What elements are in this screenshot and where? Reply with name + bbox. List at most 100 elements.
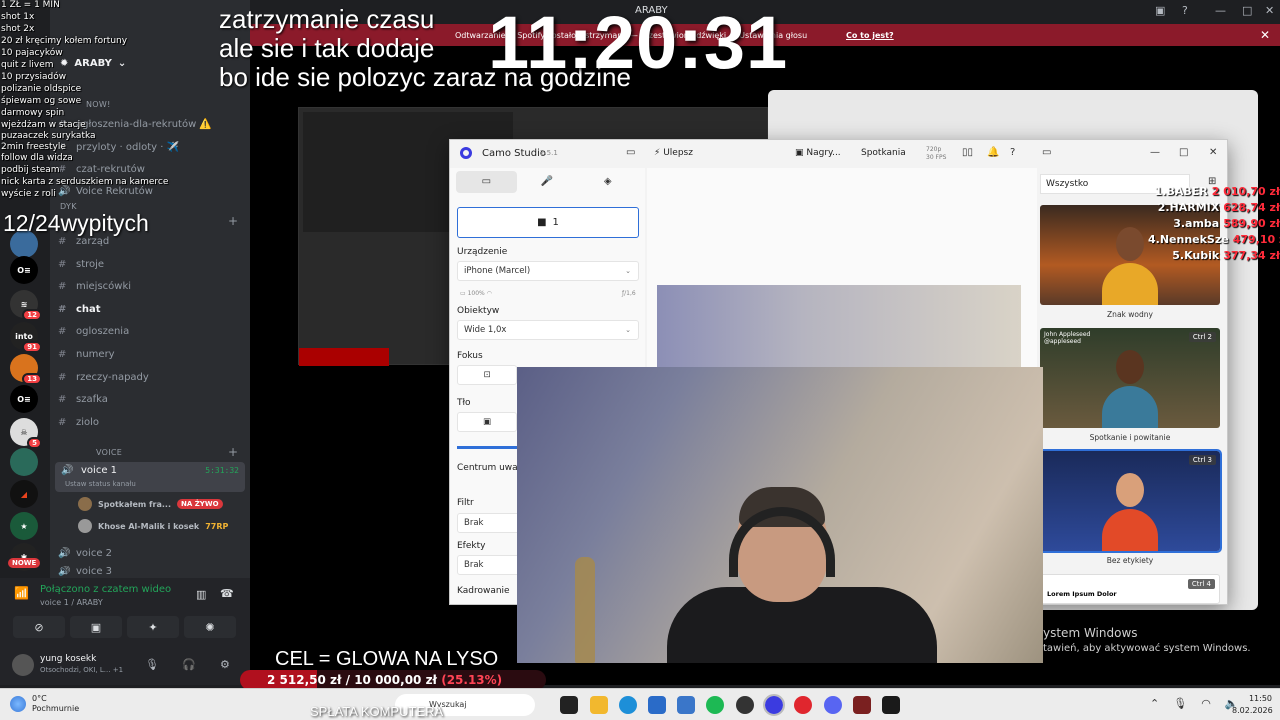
notification-close-icon[interactable]: ✕ — [1260, 28, 1270, 42]
opera-icon[interactable] — [794, 696, 812, 714]
server-icon[interactable]: 13 — [10, 354, 42, 385]
taskbar-clock[interactable]: 11:50 8.02.2026 — [1232, 693, 1273, 717]
server-icon[interactable]: ≋ 12 — [10, 290, 42, 321]
channel-label: szafka — [76, 393, 108, 405]
add-voice-icon[interactable]: + — [228, 445, 238, 459]
bell-icon[interactable]: 🔔 — [987, 147, 999, 158]
panel-toggle-icon[interactable]: ▭ — [1042, 147, 1051, 158]
record-button[interactable]: ▣ Nagry... — [795, 148, 841, 158]
wifi-icon[interactable]: ◠ — [1201, 697, 1211, 710]
server-icon[interactable] — [10, 448, 38, 476]
channel-item[interactable]: # czat-rekrutów — [58, 159, 243, 179]
user-tag: 77RP — [205, 521, 229, 531]
device-select[interactable]: iPhone (Marcel) ⌄ — [457, 261, 639, 281]
soundboard-button[interactable]: ✺ — [184, 616, 236, 638]
headphones-icon[interactable]: 🎧 — [182, 658, 196, 671]
channel-item[interactable]: # miejscówki — [58, 276, 243, 296]
category-voice[interactable]: VOICE — [96, 448, 122, 457]
voice-channel-item[interactable]: 🔊 voice 3 — [58, 566, 243, 576]
store-icon[interactable] — [648, 696, 666, 714]
lens-select[interactable]: Wide 1,0x ⌄ — [457, 320, 639, 340]
avatar[interactable] — [12, 654, 34, 676]
voice-user-name: Khose Al-Malik i kosek — [98, 521, 200, 531]
new-badge: NOWE — [8, 558, 41, 568]
battery-value: 100% — [467, 290, 485, 297]
screen-share-button[interactable]: ▣ — [70, 616, 122, 638]
focus-auto-button[interactable]: ⊡ — [457, 365, 517, 385]
microphone-icon[interactable]: 🎙 — [1173, 697, 1187, 710]
app-icon[interactable] — [882, 696, 900, 714]
device-selector-button[interactable]: ■ 1 — [457, 207, 639, 238]
channel-item[interactable]: # ogloszenia — [58, 321, 243, 341]
server-icon[interactable]: O≡ — [10, 385, 38, 413]
template-overlay-name: John Appleseed @appleseed — [1044, 331, 1090, 345]
chevron-up-icon[interactable]: ⌃ — [1150, 697, 1159, 710]
camera-off-button[interactable]: ⊘ — [13, 616, 65, 638]
edge-icon[interactable] — [619, 696, 637, 714]
maximize-icon[interactable]: □ — [1179, 147, 1188, 158]
meetings-button[interactable]: Spotkania — [861, 148, 906, 158]
chevron-down-icon: ⌄ — [625, 267, 631, 275]
disconnect-icon[interactable]: ☎ — [220, 587, 234, 600]
background-button[interactable]: ▣ — [457, 412, 517, 432]
layout-icon[interactable]: ▯▯ — [962, 147, 973, 158]
close-icon[interactable]: ✕ — [1265, 4, 1274, 17]
connection-status[interactable]: Połączono z czatem wideo — [40, 584, 171, 595]
sidebar-toggle-icon[interactable]: ▭ — [626, 147, 635, 158]
add-channel-icon[interactable]: + — [228, 214, 238, 228]
remote-desktop-icon[interactable] — [677, 696, 695, 714]
voice-user[interactable]: Spotkałem fra... NA ŻYWO — [78, 495, 223, 513]
activities-button[interactable]: ✦ — [127, 616, 179, 638]
minimize-icon[interactable]: — — [1150, 147, 1160, 158]
camo-taskbar-icon[interactable] — [763, 694, 785, 716]
notification-link[interactable]: Co to jest? — [846, 31, 894, 40]
soundboard-icon[interactable]: ▥ — [196, 588, 206, 601]
close-icon[interactable]: ✕ — [1209, 147, 1217, 158]
voice-user[interactable]: Khose Al-Malik i kosek 77RP — [78, 517, 228, 535]
camo-title-bar: Camo Studio 2.5.1 ▭ ⚡ Ulepsz ▣ Nagry... … — [450, 140, 1227, 168]
channel-label: ziolo — [76, 416, 100, 428]
spotify-icon[interactable] — [706, 696, 724, 714]
channel-item[interactable]: # rzeczy-napady — [58, 367, 243, 387]
upgrade-button[interactable]: ⚡ Ulepsz — [654, 148, 693, 158]
tab-audio[interactable]: 🎤 — [517, 171, 578, 193]
gear-icon[interactable]: ⚙ — [220, 658, 230, 671]
channel-item-active[interactable]: # chat — [58, 299, 243, 319]
game-icon[interactable] — [853, 696, 871, 714]
effects-label: Efekty — [457, 541, 486, 551]
server-icon[interactable]: ◢ — [10, 480, 38, 508]
tab-video[interactable]: ▭ — [456, 171, 517, 193]
channel-item[interactable]: # ziolo — [58, 412, 243, 432]
discord-icon[interactable] — [824, 696, 842, 714]
camo-version: 2.5.1 — [540, 149, 558, 157]
user-panel: yung kosekk Otsochodzi, OKI, L... +1 🎙 🎧… — [0, 650, 250, 685]
channel-item[interactable]: # numery — [58, 344, 243, 364]
template-card-selected[interactable]: Ctrl 3 — [1038, 449, 1222, 553]
server-icon[interactable]: into 91 — [10, 322, 42, 353]
slider-fill[interactable] — [457, 446, 517, 449]
overlay-rule: shot 2x — [1, 24, 35, 34]
microphone-icon[interactable]: 🎙 — [145, 658, 159, 671]
voice-channel-active[interactable]: 🔊 voice 1 5:31:32 Ustaw status kanału — [55, 462, 245, 492]
template-card[interactable]: John Appleseed @appleseed Ctrl 2 — [1040, 328, 1220, 428]
channel-item[interactable]: # szafka — [58, 389, 243, 409]
minimize-icon[interactable]: — — [1215, 4, 1226, 17]
voice-channel-status[interactable]: Ustaw status kanału — [65, 480, 136, 488]
connection-channel[interactable]: voice 1 / ARABY — [40, 598, 103, 607]
obs-icon[interactable] — [736, 696, 754, 714]
maximize-icon[interactable]: □ — [1242, 4, 1252, 17]
file-explorer-icon[interactable] — [590, 696, 608, 714]
help-icon[interactable]: ? — [1010, 147, 1015, 158]
channel-item[interactable]: # stroje — [58, 254, 243, 274]
server-icon[interactable]: O≡ — [10, 256, 38, 284]
voice-channel-item[interactable]: 🔊 voice 2 — [58, 543, 243, 563]
template-card[interactable]: Ctrl 4 Lorem Ipsum Dolor — [1040, 574, 1220, 604]
tab-layers[interactable]: ◈ — [577, 171, 638, 193]
server-icon[interactable]: ☠ 5 — [10, 418, 42, 449]
task-view-icon[interactable] — [560, 696, 578, 714]
category-now[interactable]: NOW! — [86, 100, 111, 109]
server-icon[interactable]: ★ — [10, 512, 38, 540]
inbox-icon[interactable]: ▣ — [1155, 4, 1165, 17]
weather-widget[interactable]: 0°C Pochmurnie — [10, 694, 79, 714]
help-icon[interactable]: ? — [1182, 4, 1188, 17]
